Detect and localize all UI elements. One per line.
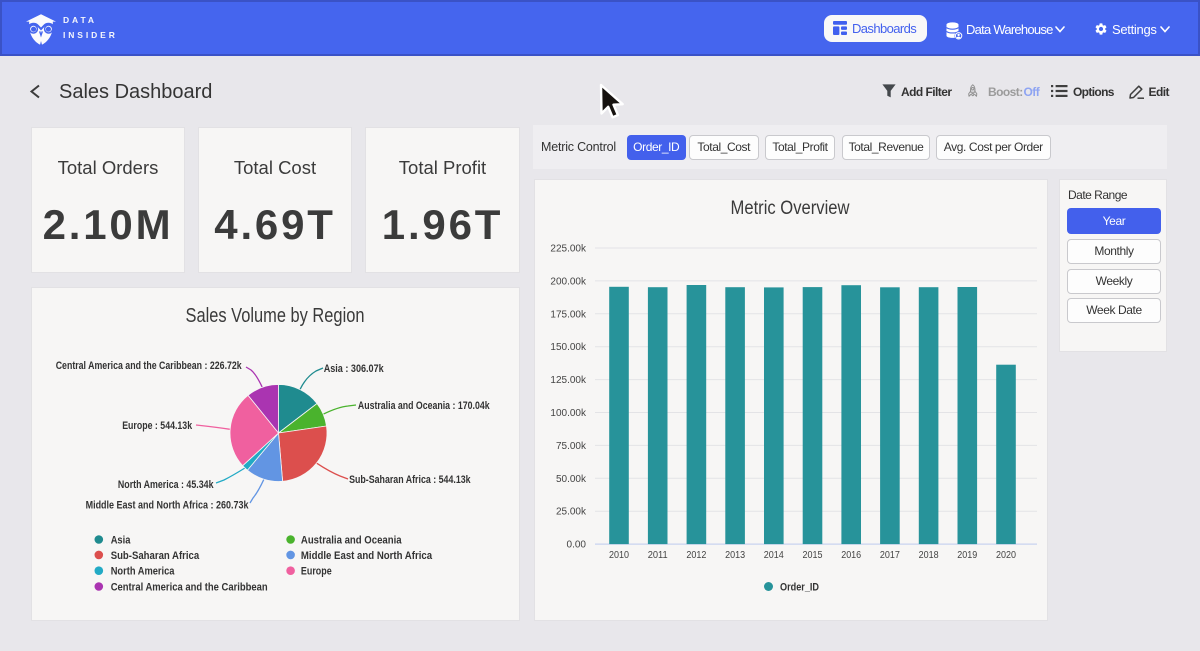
svg-text:2013: 2013 [725,550,745,561]
svg-text:2010: 2010 [609,550,629,561]
svg-text:125.00k: 125.00k [550,375,587,386]
svg-text:200.00k: 200.00k [550,276,587,287]
svg-text:50.00k: 50.00k [556,474,587,485]
svg-text:75.00k: 75.00k [556,441,587,452]
svg-text:2018: 2018 [919,550,939,561]
svg-text:2020: 2020 [996,550,1016,561]
svg-text:2017: 2017 [880,550,900,561]
svg-text:Sub-Saharan Africa: Sub-Saharan Africa [111,550,200,562]
svg-text:0.00: 0.00 [567,540,587,551]
svg-text:150.00k: 150.00k [550,342,587,353]
svg-text:Central America and the Caribb: Central America and the Caribbean [111,582,268,594]
svg-text:Sales Volume by Region: Sales Volume by Region [186,305,365,327]
svg-text:2015: 2015 [803,550,823,561]
svg-text:2014: 2014 [764,550,784,561]
svg-text:Asia: Asia [111,535,131,547]
svg-text:Central America and the Caribb: Central America and the Caribbean : 226.… [56,360,243,372]
svg-text:Sub-Saharan Africa : 544.13k: Sub-Saharan Africa : 544.13k [349,474,471,486]
svg-text:2012: 2012 [686,550,706,561]
svg-text:25.00k: 25.00k [556,507,587,518]
svg-text:Australia and Oceania : 170.04: Australia and Oceania : 170.04k [358,400,490,412]
svg-text:100.00k: 100.00k [550,408,587,419]
svg-text:Australia and Oceania: Australia and Oceania [301,535,402,547]
svg-text:2011: 2011 [648,550,668,561]
svg-text:2019: 2019 [957,550,977,561]
svg-text:Middle East and North Africa: Middle East and North Africa [301,550,433,562]
svg-text:Middle East and North Africa :: Middle East and North Africa : 260.73k [86,500,250,512]
svg-text:225.00k: 225.00k [550,244,587,255]
svg-text:2016: 2016 [841,550,861,561]
svg-text:North America: North America [111,566,176,578]
svg-text:Europe : 544.13k: Europe : 544.13k [122,420,193,432]
svg-text:North America : 45.34k: North America : 45.34k [118,479,214,491]
svg-text:175.00k: 175.00k [550,309,587,320]
svg-text:Order_ID: Order_ID [780,582,819,594]
svg-text:Metric Overview: Metric Overview [731,198,850,219]
svg-text:Europe: Europe [301,566,332,578]
svg-text:Asia : 306.07k: Asia : 306.07k [324,363,385,375]
